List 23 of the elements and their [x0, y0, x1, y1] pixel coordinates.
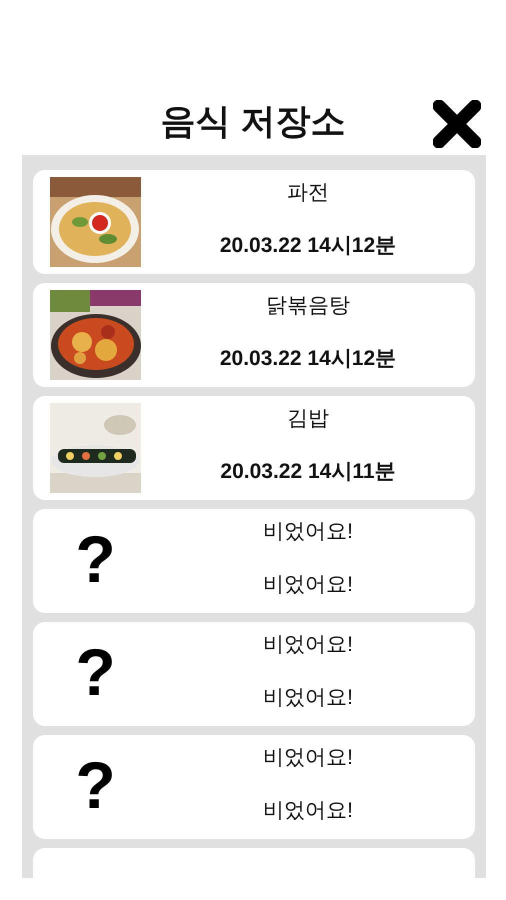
saved-date: 20.03.22 14시11분 — [220, 459, 396, 485]
question-mark: ? — [74, 639, 117, 705]
question-mark: ? — [74, 752, 117, 818]
food-name: 닭볶음탕 — [266, 293, 350, 319]
empty-label: 비었어요! — [263, 798, 353, 824]
list-card[interactable]: ? 비었어요! 비었어요! — [33, 735, 475, 839]
empty-label: 비었어요! — [263, 519, 353, 545]
list-card[interactable]: 닭볶음탕 20.03.22 14시12분 — [33, 283, 475, 387]
app-title: 음식 저장소 — [160, 101, 346, 143]
question-mark: ? — [74, 526, 117, 592]
empty-label: 비었어요! — [263, 572, 353, 598]
saved-date: 20.03.22 14시12분 — [220, 346, 396, 372]
list-card[interactable]: ? 비었어요! 비었어요! — [33, 509, 475, 613]
empty-label: 비었어요! — [263, 685, 353, 711]
close-icon[interactable] — [433, 100, 481, 148]
empty-label: 비었어요! — [263, 745, 353, 771]
empty-label: 비었어요! — [263, 632, 353, 658]
list-card[interactable]: 김밥 20.03.22 14시11분 — [33, 396, 475, 500]
saved-date: 20.03.22 14시12분 — [220, 233, 396, 259]
food-name: 김밥 — [287, 406, 329, 432]
food-name: 파전 — [287, 180, 329, 206]
list-card[interactable]: ? 비었어요! 비었어요! — [33, 622, 475, 726]
list-card[interactable]: 파전 20.03.22 14시12분 — [33, 170, 475, 274]
